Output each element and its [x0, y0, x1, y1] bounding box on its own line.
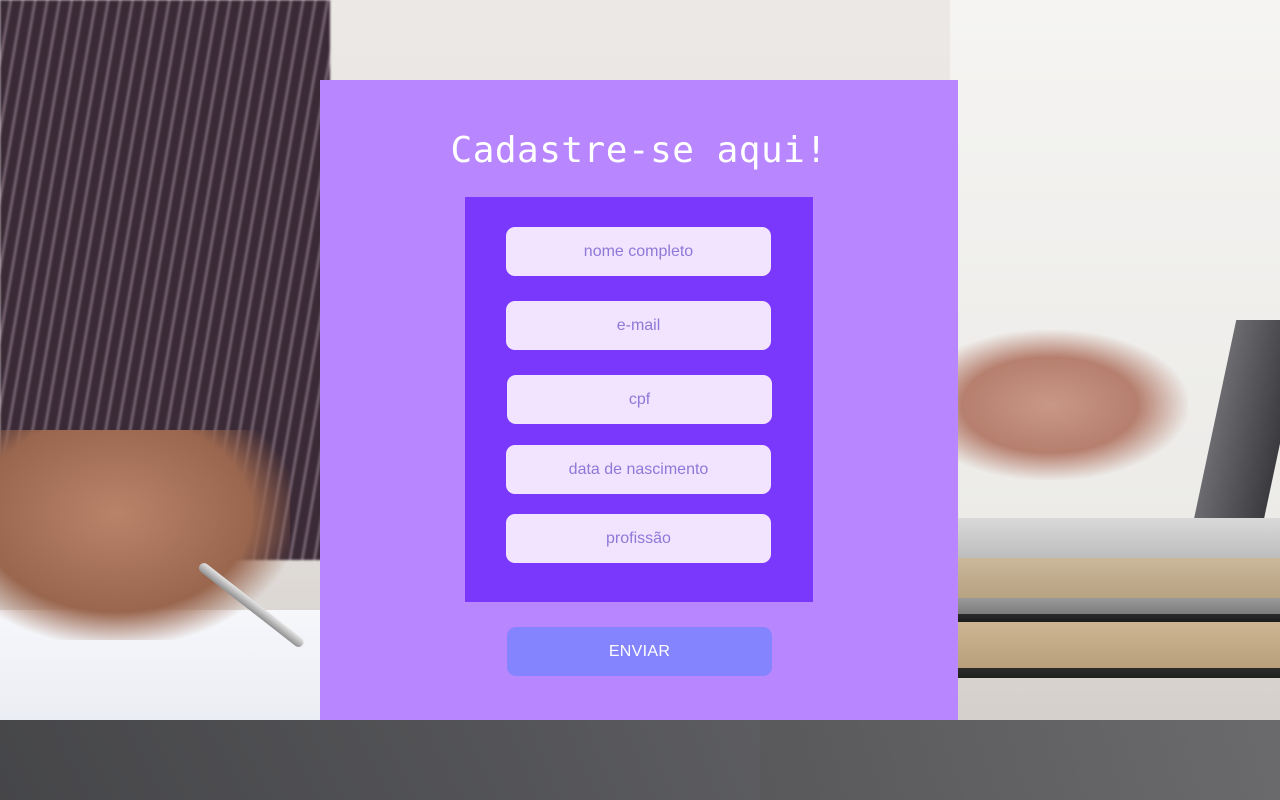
email-field[interactable] [506, 301, 771, 350]
signup-form [465, 197, 813, 602]
full-name-field[interactable] [506, 227, 771, 276]
profession-field[interactable] [506, 514, 771, 563]
background-desk [0, 720, 1280, 800]
signup-panel: Cadastre-se aqui! ENVIAR [320, 80, 958, 720]
cpf-field[interactable] [507, 375, 772, 424]
birth-date-field[interactable] [506, 445, 771, 494]
background-hand-right [958, 330, 1188, 480]
background-hand-left [0, 430, 290, 640]
submit-button[interactable]: ENVIAR [507, 627, 772, 676]
background-books [958, 518, 1280, 678]
form-title: Cadastre-se aqui! [450, 130, 828, 171]
